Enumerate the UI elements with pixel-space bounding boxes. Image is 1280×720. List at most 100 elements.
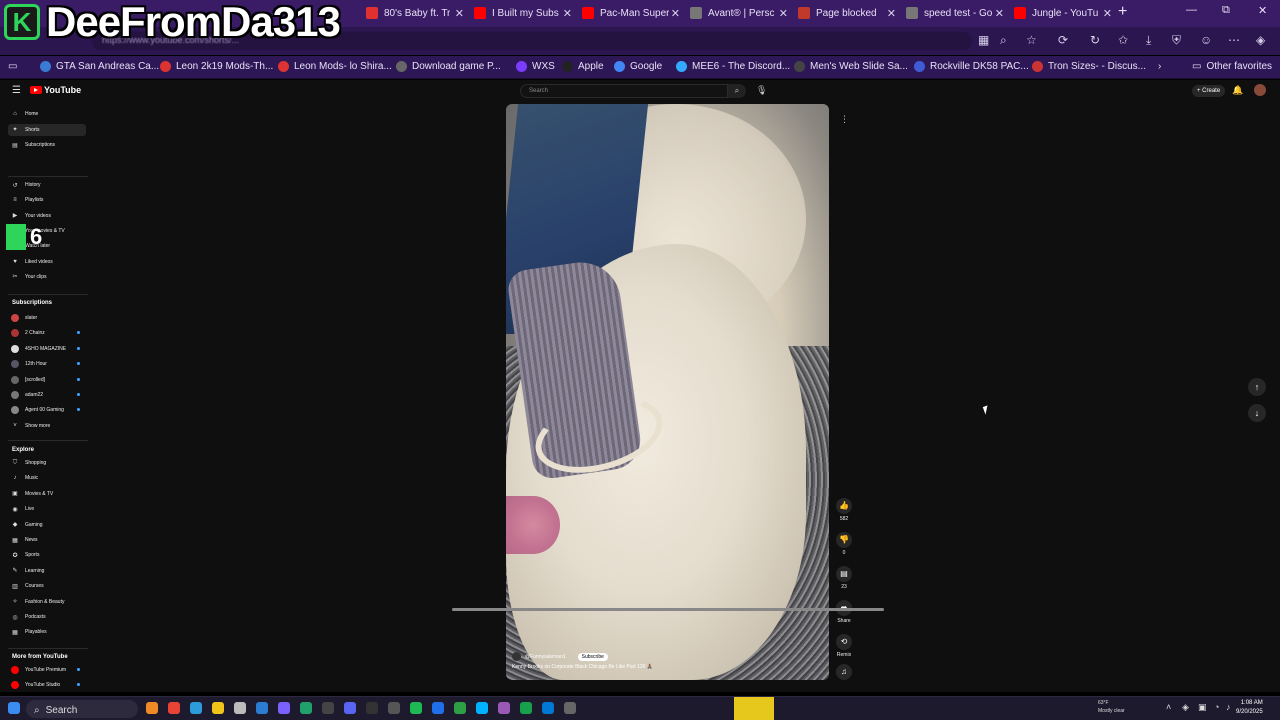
app-icon[interactable] xyxy=(366,702,378,714)
other-favorites[interactable]: ▭ Other favorites xyxy=(1192,61,1272,72)
favorite-link[interactable]: Rockville DK58 PAC... xyxy=(914,61,1029,72)
edge-icon[interactable] xyxy=(190,702,202,714)
teams-icon[interactable] xyxy=(278,702,290,714)
firefox-icon[interactable] xyxy=(146,702,158,714)
sidebar-item[interactable]: ↺ History xyxy=(8,179,86,191)
app-icon-blue[interactable] xyxy=(476,702,488,714)
channel-avatar[interactable] xyxy=(512,652,521,661)
sidebar-item[interactable]: ˅ Show more xyxy=(8,420,86,432)
taskbar-search[interactable]: ⌕ Search xyxy=(26,700,138,718)
app-icon-gray[interactable] xyxy=(564,702,576,714)
close-tab-icon[interactable]: ✕ xyxy=(1103,7,1112,20)
short-progress-bar[interactable] xyxy=(452,608,884,611)
sidebar-item[interactable]: ⛉ Shopping xyxy=(8,457,86,469)
tray-app-icon[interactable]: ◈ xyxy=(1182,702,1189,713)
sidebar-item[interactable]: ✦ Shorts xyxy=(8,123,86,136)
favorite-link[interactable]: WXS xyxy=(516,61,555,72)
weather-widget[interactable]: 63°F Mostly clear xyxy=(1098,699,1125,715)
sidebar-item[interactable]: ▦ Playables xyxy=(8,626,86,638)
comments-icon[interactable]: ▤ xyxy=(836,566,852,582)
app-icon-blue-2[interactable] xyxy=(542,702,554,714)
windows-start-icon[interactable] xyxy=(8,702,20,714)
settings-icon[interactable] xyxy=(388,702,400,714)
zoom-icon[interactable]: ⌕ xyxy=(1000,33,1007,48)
app-icon-green[interactable] xyxy=(300,702,312,714)
favorite-link[interactable]: GTA San Andreas Ca... xyxy=(40,61,159,72)
sidebar-item[interactable]: ▤ Subscriptions xyxy=(8,139,86,151)
browser-tab[interactable]: Avant® | Persc ✕ xyxy=(686,3,788,23)
restore-button[interactable]: ⧉ xyxy=(1222,4,1230,17)
close-tab-icon[interactable]: ✕ xyxy=(995,7,1004,20)
chevron-right-icon[interactable]: › xyxy=(1158,61,1161,72)
copilot-icon[interactable]: ◈ xyxy=(1256,33,1265,47)
downloads-icon[interactable]: ⤓ xyxy=(1146,33,1151,48)
close-tab-icon[interactable]: ✕ xyxy=(563,7,572,20)
file-explorer-icon[interactable] xyxy=(212,702,224,714)
favorite-link[interactable]: MEE6 - The Discord... xyxy=(676,61,790,72)
close-tab-icon[interactable]: ✕ xyxy=(455,7,464,20)
guide-menu-icon[interactable]: ☰ xyxy=(12,85,21,96)
sidebar-item[interactable]: ♥ Liked videos xyxy=(8,256,86,268)
split-screen-icon[interactable]: ▦ xyxy=(978,33,989,47)
avatar[interactable] xyxy=(1254,84,1266,96)
browser-tab[interactable]: speed test - Go ✕ xyxy=(902,3,1004,23)
favorite-star-icon[interactable]: ☆ xyxy=(1026,33,1037,47)
sidebar-item[interactable]: 4SHO MAGAZINE xyxy=(8,343,86,355)
shield-icon[interactable]: ⛨ xyxy=(1172,33,1181,48)
microphone-icon[interactable]: 🎙 xyxy=(756,85,767,96)
favorite-link[interactable]: Leon 2k19 Mods-Th... xyxy=(160,61,273,72)
sidebar-item[interactable]: YouTube Studio xyxy=(8,679,86,691)
close-window-button[interactable]: ✕ xyxy=(1258,4,1267,17)
excel-icon[interactable] xyxy=(454,702,466,714)
app-icon-purple[interactable] xyxy=(498,702,510,714)
tray-app-icon-2[interactable]: ▣ xyxy=(1198,702,1207,713)
create-button[interactable]: + Create xyxy=(1192,85,1226,97)
discord-icon[interactable] xyxy=(344,702,356,714)
settings-menu-icon[interactable]: ⋯ xyxy=(1228,33,1240,47)
favorite-link[interactable]: Tron Sizes- - Discus... xyxy=(1032,61,1146,72)
favorite-link[interactable]: Leon Mods- lo Shira... xyxy=(278,61,392,72)
sidebar-item[interactable]: ⌂ Home xyxy=(8,108,86,120)
favorites-icon[interactable]: ✩ xyxy=(1118,33,1128,47)
sidebar-item[interactable]: ≡ Playlists xyxy=(8,194,86,206)
previous-short-icon[interactable]: ↑ xyxy=(1248,378,1266,396)
remix-action[interactable]: ⟲ Remix xyxy=(834,634,854,658)
sidebar-item[interactable]: ◉ Live xyxy=(8,503,86,515)
favorite-link[interactable]: Apple xyxy=(562,61,604,72)
sidebar-item[interactable]: 12th Hour xyxy=(8,358,86,370)
dislike-icon[interactable]: 👎 xyxy=(836,532,852,548)
favorite-link[interactable]: Download game P... xyxy=(396,61,501,72)
browser-tab[interactable]: Pac-Man Super ✕ xyxy=(578,3,680,23)
share-action[interactable]: ➦Share xyxy=(834,600,854,624)
tray-chevron-icon[interactable]: ˄ xyxy=(1166,702,1171,712)
sidebar-item[interactable]: ▦ News xyxy=(8,534,86,546)
favorite-link[interactable]: Men's Web Slide Sa... xyxy=(794,61,908,72)
sidebar-item[interactable]: ◆ Gaming xyxy=(8,519,86,531)
favorite-link[interactable]: Google xyxy=(614,61,662,72)
sidebar-item[interactable]: ✪ Sports xyxy=(8,549,86,561)
next-short-icon[interactable]: ↓ xyxy=(1248,404,1266,422)
search-icon[interactable]: ⌕ xyxy=(728,84,746,98)
sidebar-item[interactable]: ▥ Courses xyxy=(8,580,86,592)
store-icon[interactable] xyxy=(234,702,246,714)
search-input[interactable]: Search xyxy=(520,84,728,98)
new-tab-button[interactable]: + xyxy=(1118,3,1127,21)
browser-tab[interactable]: I Built my Subs ✕ xyxy=(470,3,572,23)
word-icon[interactable] xyxy=(432,702,444,714)
app-icon-green-2[interactable] xyxy=(520,702,532,714)
sidebar-item[interactable]: ▣ Movies & TV xyxy=(8,488,86,500)
comments-action[interactable]: ▤ 23 xyxy=(834,566,854,590)
sidebar-item[interactable]: YouTube Premium xyxy=(8,664,86,676)
more-options-icon[interactable]: ⋮ xyxy=(840,114,849,125)
refresh-icon[interactable]: ↻ xyxy=(1090,33,1100,47)
extensions-icon[interactable]: ⟳ xyxy=(1058,33,1068,47)
outlook-icon[interactable] xyxy=(256,702,268,714)
taskbar-clock[interactable]: 1:08 AM 9/20/2025 xyxy=(1236,699,1263,717)
browser-tab[interactable]: 80's Baby ft. Tr ✕ xyxy=(362,3,464,23)
sidebar-item[interactable]: Agent 00 Gaming xyxy=(8,404,86,416)
minimize-button[interactable]: — xyxy=(1186,4,1197,16)
browser-tab[interactable]: Page blocked ✕ xyxy=(794,3,896,23)
profile-icon[interactable]: ☺ xyxy=(1200,33,1212,47)
close-tab-icon[interactable]: ✕ xyxy=(779,7,788,20)
youtube-logo[interactable]: YouTube xyxy=(30,85,81,95)
